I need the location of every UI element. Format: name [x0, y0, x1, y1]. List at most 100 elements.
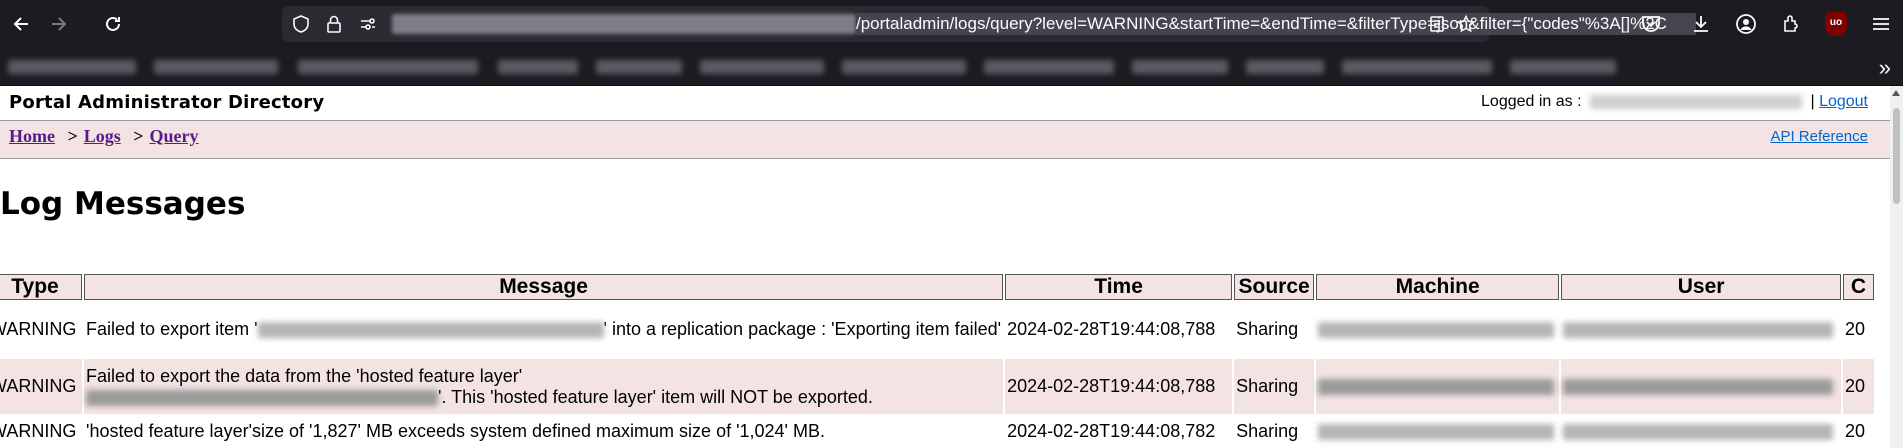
machine-name-redacted: [1318, 322, 1555, 339]
bookmark-item[interactable]: [1132, 60, 1228, 74]
cell-code: 20: [1844, 319, 1865, 339]
shield-icon[interactable]: [292, 15, 310, 33]
page-content: Portal Administrator Directory Logged in…: [0, 86, 1890, 448]
page-header: Portal Administrator Directory Logged in…: [0, 86, 1890, 121]
extensions-icon[interactable]: [1780, 13, 1802, 35]
bookmark-item[interactable]: [1342, 60, 1492, 74]
machine-name-redacted: [1318, 423, 1555, 440]
scroll-up-arrow-icon[interactable]: [1892, 90, 1900, 96]
cell-machine: [1316, 302, 1559, 357]
bookmark-item[interactable]: [154, 60, 278, 74]
bookmarks-overflow-icon[interactable]: »: [1879, 55, 1891, 81]
reload-icon: [106, 16, 120, 31]
cell-user: [1561, 302, 1841, 357]
column-header-time: Time: [1005, 274, 1233, 300]
breadcrumb-separator: >: [133, 126, 144, 146]
cell-message: Failed to export the data from the 'host…: [84, 359, 1004, 414]
login-separator: |: [1810, 93, 1815, 110]
column-header-message: Message: [84, 274, 1004, 300]
bookmark-item[interactable]: [498, 60, 578, 74]
bookmark-item[interactable]: [700, 60, 824, 74]
api-reference-link[interactable]: API Reference: [1770, 128, 1868, 145]
breadcrumb-separator: >: [67, 126, 78, 146]
breadcrumb-logs[interactable]: Logs: [84, 126, 121, 146]
lock-icon[interactable]: [325, 15, 343, 33]
url-text[interactable]: /portaladmin/logs/query?level=WARNING&st…: [856, 13, 1696, 35]
cell-source: Sharing: [1234, 359, 1315, 414]
forward-button[interactable]: [44, 10, 72, 38]
cell-time: 2024-02-28T19:44:08,782: [1007, 420, 1216, 441]
url-host-redacted: [392, 14, 856, 34]
cell-user: [1561, 359, 1841, 414]
cell-user: [1561, 416, 1841, 446]
cell-machine: [1316, 359, 1560, 414]
column-header-user: User: [1561, 274, 1841, 300]
bookmark-item[interactable]: [842, 60, 966, 74]
item-id-redacted: [257, 322, 604, 339]
cell-machine: [1316, 416, 1559, 446]
back-arrow-icon: [13, 17, 28, 31]
bookmark-item[interactable]: [596, 60, 682, 74]
breadcrumb-query[interactable]: Query: [150, 126, 199, 146]
forward-arrow-icon: [52, 17, 67, 31]
back-button[interactable]: [8, 10, 36, 38]
breadcrumb-home[interactable]: Home: [9, 126, 55, 146]
cell-message: 'hosted feature layer'size of '1,827' MB…: [86, 420, 825, 441]
cell-code: 20: [1844, 420, 1865, 441]
ublock-origin-icon[interactable]: uo: [1825, 12, 1847, 36]
user-name-redacted: [1563, 423, 1834, 440]
cell-source: Sharing: [1236, 420, 1299, 441]
bookmark-star-icon[interactable]: [1457, 15, 1475, 33]
bookmark-item[interactable]: [1510, 60, 1616, 74]
user-name-redacted: [1563, 322, 1834, 339]
cell-source: Sharing: [1236, 319, 1299, 339]
account-icon[interactable]: [1735, 13, 1757, 35]
message-text: ' into a replication package : 'Exportin…: [603, 319, 1002, 339]
message-text: Failed to export item ': [86, 319, 258, 339]
machine-name-redacted: [1318, 379, 1555, 396]
logout-link[interactable]: Logout: [1819, 93, 1868, 110]
item-id-redacted: [86, 389, 439, 406]
bookmarks-toolbar: »: [0, 49, 1903, 86]
table-header-row: Type Message Time Source Machine User C: [0, 274, 1874, 300]
breadcrumb-links: Home > Logs > Query: [9, 126, 199, 147]
breadcrumb: Home > Logs > Query API Reference: [0, 121, 1890, 159]
column-header-type: Type: [0, 274, 83, 300]
message-text: Failed to export the data from the 'host…: [86, 365, 523, 386]
cell-time: 2024-02-28T19:44:08,788: [1007, 319, 1216, 339]
login-status: Logged in as : | Logout: [1481, 93, 1868, 111]
cell-type: WARNING: [0, 359, 83, 414]
cell-type: WARNING: [0, 319, 77, 339]
page-title: Log Messages: [0, 186, 246, 222]
bookmark-item[interactable]: [1246, 60, 1324, 74]
address-bar[interactable]: /portaladmin/logs/query?level=WARNING&st…: [282, 6, 1696, 42]
cell-type: WARNING: [0, 420, 77, 441]
bookmark-item[interactable]: [8, 60, 136, 74]
directory-title: Portal Administrator Directory: [9, 92, 325, 113]
pocket-icon[interactable]: [1640, 13, 1662, 35]
user-name-redacted: [1563, 379, 1834, 396]
cell-message: Failed to export item ' ' into a replicat…: [84, 302, 1003, 357]
logged-in-user-redacted: [1590, 94, 1802, 109]
cell-code: 20: [1842, 359, 1874, 414]
table-row: WARNING 'hosted feature layer'size of '1…: [0, 416, 1874, 446]
table-row: WARNING Failed to export the data from t…: [0, 359, 1874, 414]
cell-time: 2024-02-28T19:44:08,788: [1005, 359, 1233, 414]
column-header-source: Source: [1234, 274, 1315, 300]
logged-in-label: Logged in as :: [1481, 93, 1582, 110]
hamburger-menu-icon[interactable]: [1870, 13, 1892, 35]
scrollbar-thumb[interactable]: [1893, 108, 1900, 204]
downloads-icon[interactable]: [1690, 13, 1712, 35]
bookmark-item[interactable]: [984, 60, 1114, 74]
column-header-machine: Machine: [1316, 274, 1560, 300]
message-text: '. This 'hosted feature layer' item will…: [438, 386, 873, 407]
bookmark-item[interactable]: [298, 60, 478, 74]
reload-button[interactable]: [99, 10, 127, 38]
log-messages-table: Type Message Time Source Machine User C …: [0, 272, 1876, 448]
permissions-icon[interactable]: [359, 15, 377, 33]
browser-toolbar: /portaladmin/logs/query?level=WARNING&st…: [0, 0, 1903, 49]
column-header-code: C: [1842, 274, 1874, 300]
table-row: WARNING Failed to export item ' ' into a …: [0, 302, 1874, 357]
page-scrollbar[interactable]: [1890, 86, 1903, 448]
reader-view-icon[interactable]: [1428, 15, 1446, 33]
